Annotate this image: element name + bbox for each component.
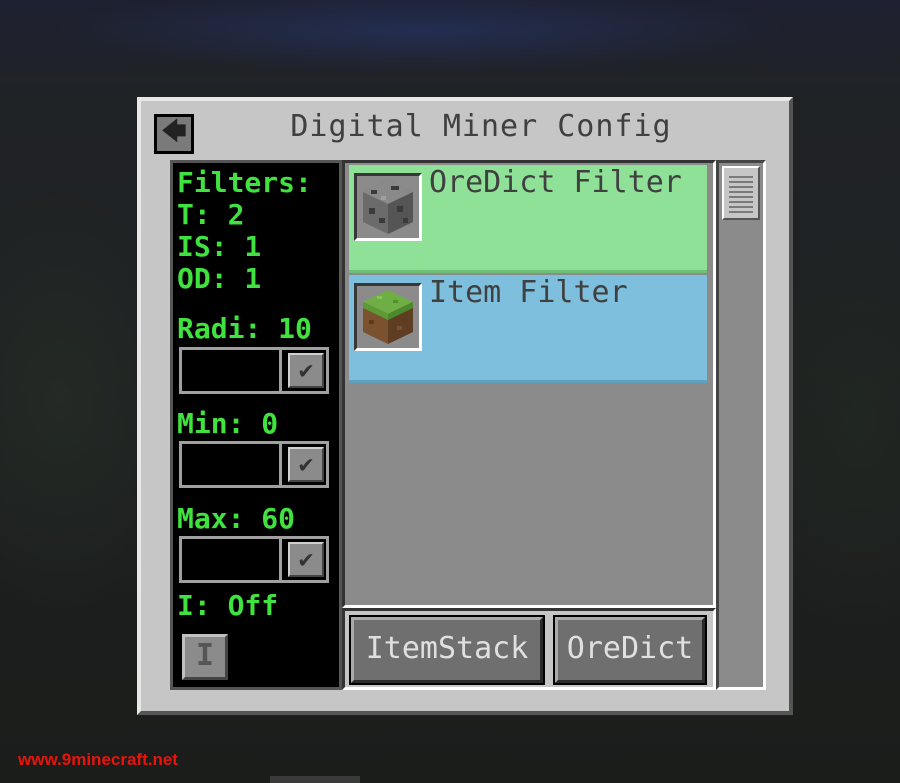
radius-label: Radi: 10 (177, 312, 312, 345)
check-icon: ✔ (298, 450, 314, 478)
hotbar-edge (270, 776, 360, 783)
digital-miner-config-window: 🡄 Digital Miner Config Filters: T: 2 IS:… (137, 97, 793, 715)
max-label: Max: 60 (177, 502, 296, 535)
inverse-label: I: Off (177, 589, 279, 622)
filter-label: OreDict Filter (429, 165, 682, 200)
max-field: ✔ (179, 536, 329, 583)
list-item-item-filter[interactable]: Item Filter (349, 275, 707, 383)
filter-list: OreDict Filter Item Filter (342, 160, 716, 608)
scrollbar[interactable] (716, 160, 766, 690)
watermark: www.9minecraft.net (18, 750, 178, 769)
scrollbar-thumb[interactable] (722, 166, 760, 220)
radius-confirm-button[interactable]: ✔ (288, 353, 324, 388)
min-field: ✔ (179, 441, 329, 488)
radius-input[interactable] (182, 350, 282, 391)
max-input[interactable] (182, 539, 282, 580)
tag-filter-count: T: 2 (177, 198, 245, 231)
oredict-filter-count: OD: 1 (177, 262, 262, 295)
arrow-left-icon: 🡄 (161, 116, 187, 145)
max-confirm-button[interactable]: ✔ (288, 542, 324, 577)
filters-label: Filters: (177, 166, 312, 199)
min-confirm-button[interactable]: ✔ (288, 447, 324, 482)
filter-label: Item Filter (429, 275, 628, 310)
grass-block-icon (354, 283, 422, 351)
itemstack-filter-count: IS: 1 (177, 230, 262, 263)
cobblestone-ore-block-icon (354, 173, 422, 241)
inverse-toggle-button[interactable]: I (182, 634, 228, 680)
add-oredict-filter-button[interactable]: OreDict (553, 615, 707, 685)
back-button[interactable]: 🡄 (154, 114, 194, 154)
add-itemstack-filter-button[interactable]: ItemStack (349, 615, 545, 685)
inverse-icon: I (195, 638, 215, 673)
settings-panel: Filters: T: 2 IS: 1 OD: 1 Radi: 10 ✔ Min… (170, 160, 342, 690)
radius-field: ✔ (179, 347, 329, 394)
add-filter-bar: ItemStack OreDict (342, 608, 716, 690)
window-title: Digital Miner Config (290, 109, 672, 144)
min-input[interactable] (182, 444, 282, 485)
list-item-oredict-filter[interactable]: OreDict Filter (349, 165, 707, 273)
check-icon: ✔ (298, 545, 314, 573)
min-label: Min: 0 (177, 407, 279, 440)
check-icon: ✔ (298, 356, 314, 384)
